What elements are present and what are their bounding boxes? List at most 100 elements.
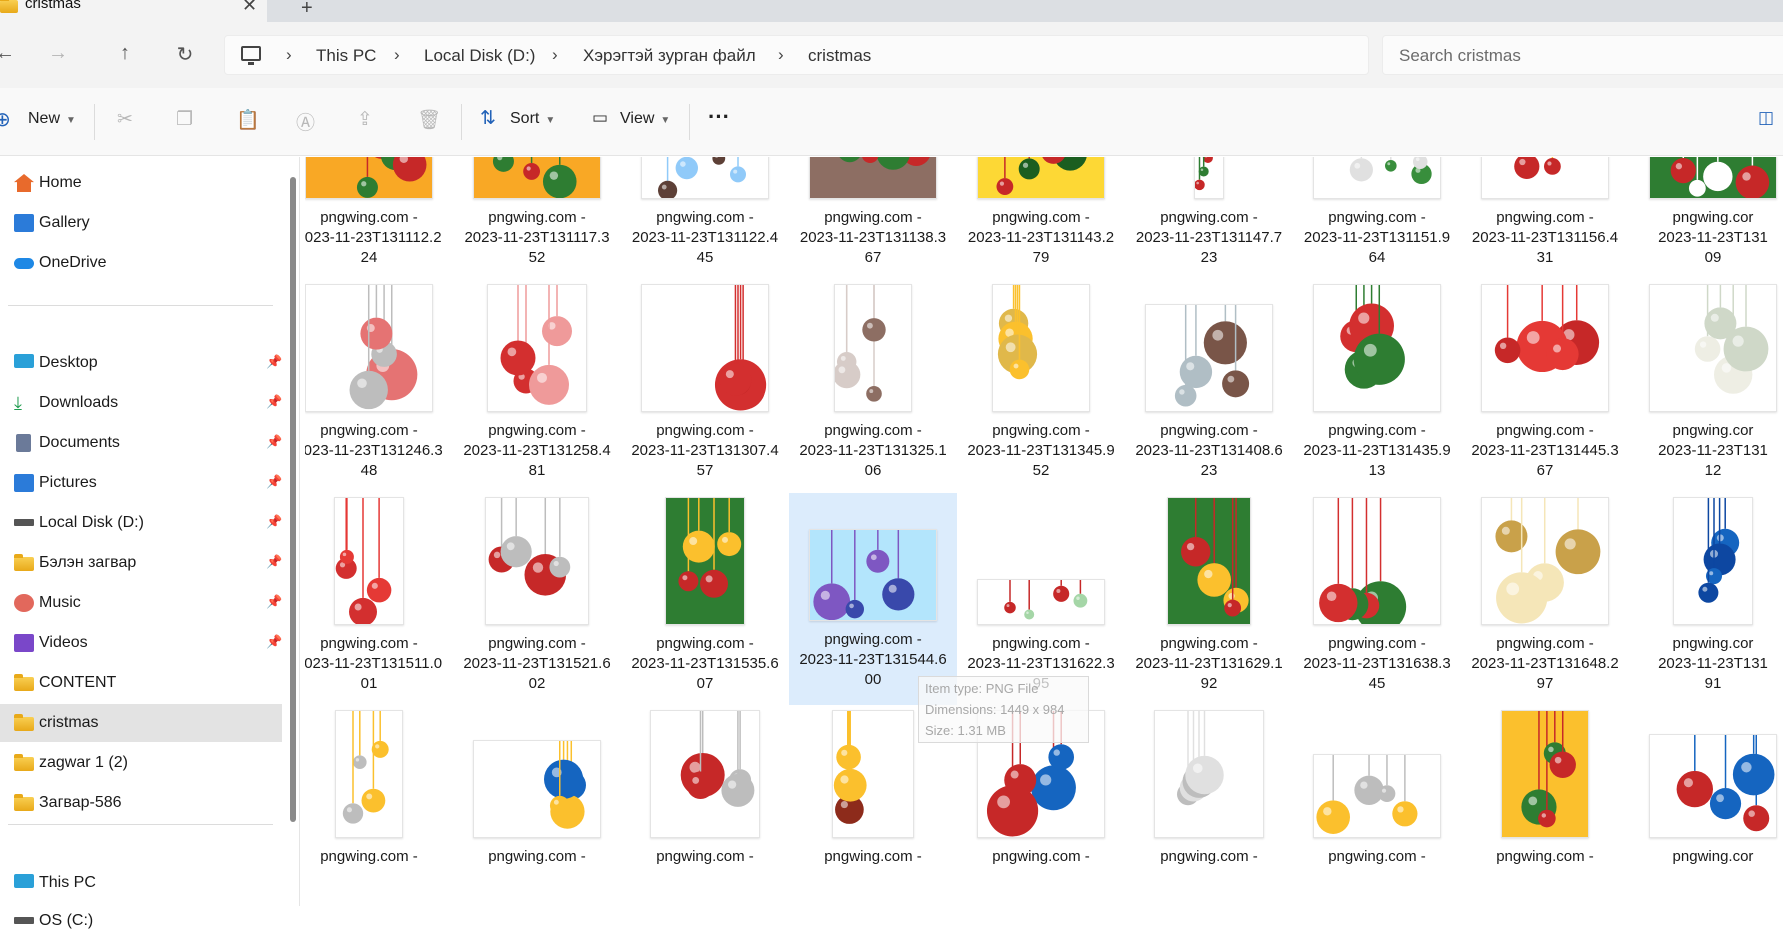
new-button[interactable]: New ▼ xyxy=(28,110,76,128)
search-input[interactable]: Search cristmas xyxy=(1382,35,1783,75)
breadcrumb-chevron-icon[interactable]: › xyxy=(394,45,400,65)
file-thumbnail xyxy=(485,497,589,625)
sidebar-item-pictures[interactable]: Pictures 📌 xyxy=(0,464,282,502)
file-item[interactable]: pngwing.com -2023-11-23T131544.6 00 xyxy=(789,493,957,705)
new-plus-icon[interactable]: ⊕ xyxy=(0,107,11,132)
sidebar-item-onedrive[interactable]: OneDrive xyxy=(0,244,282,282)
back-arrow-icon[interactable]: ← xyxy=(0,42,19,65)
view-icon[interactable]: ▭ xyxy=(592,108,608,128)
sidebar-item-label: OS (C:) xyxy=(39,912,94,929)
sidebar-item-this-pc[interactable]: This PC xyxy=(0,864,282,902)
close-tab-icon[interactable]: ✕ xyxy=(242,0,257,16)
file-item[interactable]: pngwing.com - xyxy=(453,710,621,906)
ornament-image-icon xyxy=(1177,711,1224,806)
details-pane-icon[interactable]: ◫ xyxy=(1758,108,1774,128)
breadcrumb-this-pc[interactable]: This PC xyxy=(316,46,376,66)
file-item[interactable]: pngwing.com - 2023-11-23T131445.3 67 xyxy=(1461,284,1629,496)
file-item[interactable]: pngwing.com - 2023-11-23T131307.4 57 xyxy=(621,284,789,496)
sidebar-item-gallery[interactable]: Gallery xyxy=(0,204,282,242)
breadcrumb-folder[interactable]: Хэрэгтэй зурган файл xyxy=(583,46,756,66)
sort-button[interactable]: Sort ▼ xyxy=(510,110,555,128)
share-icon[interactable]: ⇪ xyxy=(357,108,373,131)
sidebar-item-local-disk-d[interactable]: Local Disk (D:) 📌 xyxy=(0,504,282,542)
file-item[interactable]: pngwing.com - xyxy=(1461,710,1629,906)
pc-icon[interactable] xyxy=(241,46,261,65)
ornament-image-icon xyxy=(488,498,571,596)
file-item[interactable]: pngwing.com - 2023-11-23T131511.0 01 xyxy=(305,497,453,709)
up-arrow-icon[interactable]: ↑ xyxy=(111,42,139,65)
file-item[interactable]: pngwing.com - 2023-11-23T131117.3 52 xyxy=(453,157,621,283)
sidebar-item-content[interactable]: CONTENT xyxy=(0,664,282,702)
desktop-icon xyxy=(14,354,34,368)
address-bar[interactable]: › This PC › Local Disk (D:) › Хэрэгтэй з… xyxy=(224,35,1369,75)
file-name: pngwing.com - 2023-11-23T131511.0 01 xyxy=(305,634,453,694)
file-item[interactable]: pngwing.com - 2023-11-23T131435.9 13 xyxy=(1293,284,1461,496)
breadcrumb-cristmas[interactable]: cristmas xyxy=(808,46,871,66)
rename-icon[interactable]: Ⓐ xyxy=(296,108,315,135)
file-item[interactable]: pngwing.com - 2023-11-23T131535.6 07 xyxy=(621,497,789,709)
file-name-line: 2023-11-23T131511.0 xyxy=(305,655,443,672)
sidebar-item-бэлэн-загвар[interactable]: Бэлэн загвар 📌 xyxy=(0,544,282,582)
ornament-image-icon xyxy=(1319,498,1407,624)
file-name-line: pngwing.com - xyxy=(656,848,754,865)
file-item[interactable]: pngwing.com - 2023-11-23T131112.2 24 xyxy=(305,157,453,283)
file-name-line: pngwing.cor xyxy=(1672,209,1754,226)
file-item[interactable]: pngwing.com - 2023-11-23T131143.2 79 xyxy=(957,157,1125,283)
file-item[interactable]: pngwing.com - 2023-11-23T131648.2 97 xyxy=(1461,497,1629,709)
sidebar-item-documents[interactable]: Documents 📌 xyxy=(0,424,282,462)
file-item[interactable]: pngwing.com - 2023-11-23T131122.4 45 xyxy=(621,157,789,283)
sidebar-item-zagwar-1-2[interactable]: zagwar 1 (2) xyxy=(0,744,282,782)
tooltip-type: Item type: PNG File xyxy=(925,681,1039,696)
paste-icon[interactable]: 📋 xyxy=(236,108,260,132)
sidebar-item-desktop[interactable]: Desktop 📌 xyxy=(0,344,282,382)
file-thumbnail xyxy=(335,710,403,838)
file-item[interactable]: pngwing.com - 2023-11-23T131151.9 64 xyxy=(1293,157,1461,283)
file-item[interactable]: pngwing.com - 2023-11-23T131638.3 45 xyxy=(1293,497,1461,709)
more-options-icon[interactable]: ··· xyxy=(708,104,730,130)
file-item[interactable]: pngwing.com - 2023-11-23T131521.6 02 xyxy=(453,497,621,709)
file-item[interactable]: pngwing.com - 2023-11-23T131258.4 81 xyxy=(453,284,621,496)
new-tab-button[interactable]: + xyxy=(301,0,313,20)
sidebar-scrollbar[interactable] xyxy=(290,177,296,822)
file-item[interactable]: pngwing.com - xyxy=(621,710,789,906)
file-item[interactable]: pngwing.cor 2023-11-23T131 91 xyxy=(1629,497,1783,709)
breadcrumb-chevron-icon[interactable]: › xyxy=(552,45,558,65)
file-name-line: pngwing.com - xyxy=(1328,209,1426,226)
file-item[interactable]: pngwing.com - xyxy=(1293,710,1461,906)
file-item[interactable]: pngwing.cor 2023-11-23T131 12 xyxy=(1629,284,1783,496)
file-item[interactable]: pngwing.com - 2023-11-23T131408.6 23 xyxy=(1125,284,1293,496)
delete-icon[interactable]: 🗑 xyxy=(417,108,441,132)
file-item[interactable]: pngwing.com - xyxy=(305,710,453,906)
sidebar-item-загвар-586[interactable]: Загвар-586 xyxy=(0,784,282,822)
file-thumbnail xyxy=(1167,497,1251,625)
sidebar-item-downloads[interactable]: ⤓ Downloads 📌 xyxy=(0,384,282,422)
breadcrumb-chevron-icon[interactable]: › xyxy=(286,45,292,65)
file-item[interactable]: pngwing.com - 2023-11-23T131325.1 06 xyxy=(789,284,957,496)
tab-cristmas[interactable]: cristmas ✕ xyxy=(0,0,267,22)
sidebar-item-os-c[interactable]: OS (C:) xyxy=(0,902,282,940)
copy-icon[interactable]: ❐ xyxy=(176,108,193,131)
sort-icon[interactable]: ⇅ xyxy=(480,107,496,130)
file-name-line: 2023-11-23T131445.3 xyxy=(1471,442,1619,459)
file-item[interactable]: pngwing.com - 2023-11-23T131138.3 67 xyxy=(789,157,957,283)
file-item[interactable]: pngwing.com - xyxy=(1125,710,1293,906)
breadcrumb-chevron-icon[interactable]: › xyxy=(778,45,784,65)
cut-icon[interactable]: ✂ xyxy=(117,108,133,131)
file-item[interactable]: pngwing.cor xyxy=(1629,710,1783,906)
pin-icon: 📌 xyxy=(266,474,283,489)
file-item[interactable]: pngwing.com - 2023-11-23T131246.3 48 xyxy=(305,284,453,496)
file-item[interactable]: pngwing.com - 2023-11-23T131156.4 31 xyxy=(1461,157,1629,283)
file-item[interactable]: pngwing.cor 2023-11-23T131 09 xyxy=(1629,157,1783,283)
sidebar-item-music[interactable]: Music 📌 xyxy=(0,584,282,622)
file-item[interactable]: pngwing.com - 2023-11-23T131629.1 92 xyxy=(1125,497,1293,709)
forward-arrow-icon[interactable]: → xyxy=(44,42,72,65)
view-button[interactable]: View ▼ xyxy=(620,110,670,128)
sidebar-item-cristmas[interactable]: cristmas xyxy=(0,704,282,742)
refresh-icon[interactable]: ↻ xyxy=(171,42,199,67)
sidebar-item-videos[interactable]: Videos 📌 xyxy=(0,624,282,662)
ornament-image-icon xyxy=(1004,580,1088,620)
file-item[interactable]: pngwing.com - 2023-11-23T131147.7 23 xyxy=(1125,157,1293,283)
file-item[interactable]: pngwing.com - 2023-11-23T131345.9 52 xyxy=(957,284,1125,496)
sidebar-item-home[interactable]: Home xyxy=(0,164,282,202)
breadcrumb-local-disk[interactable]: Local Disk (D:) xyxy=(424,46,535,66)
